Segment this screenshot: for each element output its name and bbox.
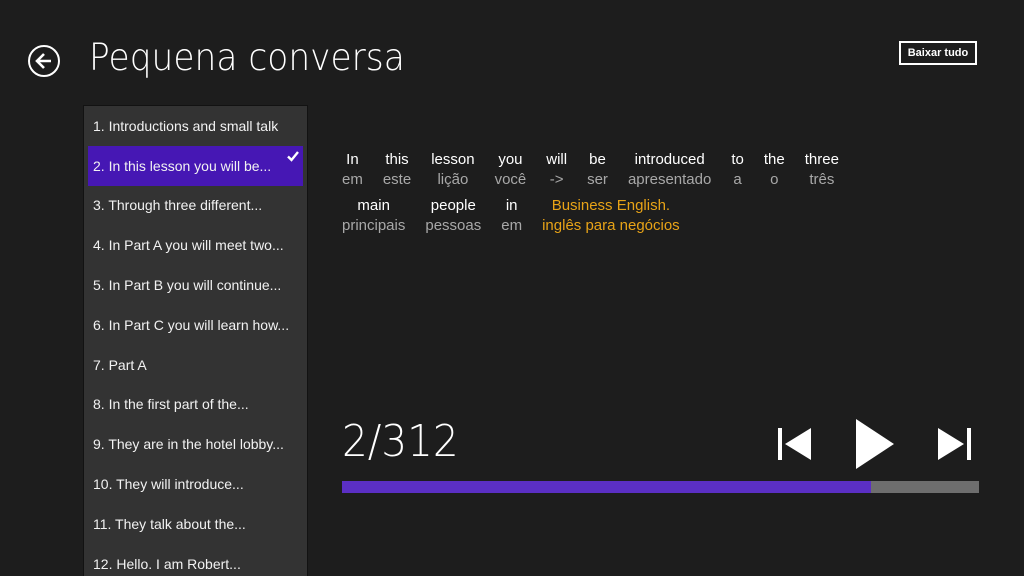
sentence-row: main principais people pessoas in em Business … — [342, 196, 859, 236]
portuguese-translation: inglês para negócios — [542, 217, 680, 234]
english-word: introduced — [634, 151, 705, 168]
portuguese-translation: principais — [342, 217, 406, 234]
word-pair-highlighted[interactable]: Business English. inglês para negócios — [542, 196, 680, 236]
progress-bar[interactable] — [342, 481, 979, 493]
lesson-item-label: 12. Hello. I am Robert... — [93, 555, 241, 572]
lesson-item[interactable]: 6. In Part C you will learn how... — [84, 305, 307, 345]
lesson-item-label: 6. In Part C you will learn how... — [93, 316, 290, 333]
progress-fill — [342, 481, 871, 493]
word-pair[interactable]: this este — [383, 150, 411, 190]
word-pair[interactable]: in em — [501, 196, 522, 236]
portuguese-translation: -> — [549, 171, 564, 188]
portuguese-translation: três — [809, 171, 835, 188]
portuguese-translation: o — [770, 171, 779, 188]
lesson-item[interactable]: 4. In Part A you will meet two... — [84, 225, 307, 265]
lesson-item[interactable]: 10. They will introduce... — [84, 464, 307, 504]
word-pair[interactable]: people pessoas — [425, 196, 481, 236]
lesson-item-label: 8. In the first part of the... — [93, 396, 249, 413]
sentence-panel: In em this este lesson lição you você will -> be se… — [342, 150, 859, 242]
download-all-button[interactable]: Baixar tudo — [899, 41, 977, 65]
lesson-item-label: 4. In Part A you will meet two... — [93, 237, 284, 254]
previous-button[interactable] — [777, 427, 813, 461]
word-pair[interactable]: to a — [731, 150, 744, 190]
portuguese-translation: apresentado — [627, 171, 712, 188]
english-word: people — [430, 197, 476, 214]
word-pair[interactable]: three três — [805, 150, 839, 190]
portuguese-translation: em — [342, 171, 363, 188]
word-pair[interactable]: will -> — [546, 150, 567, 190]
english-word: be — [589, 151, 606, 168]
back-arrow-icon — [35, 53, 51, 69]
skip-previous-icon — [778, 428, 811, 460]
portuguese-translation: a — [733, 171, 742, 188]
english-word: Business English. — [551, 197, 671, 214]
lesson-item-label: 10. They will introduce... — [93, 476, 244, 493]
word-pair[interactable]: lesson lição — [431, 150, 474, 190]
portuguese-translation: em — [501, 217, 523, 234]
lesson-item-label: 5. In Part B you will continue... — [93, 277, 282, 294]
lesson-item[interactable]: 8. In the first part of the... — [84, 385, 307, 425]
lesson-item[interactable]: 9. They are in the hotel lobby... — [84, 424, 307, 464]
lesson-item[interactable]: 3. Through three different... — [84, 186, 307, 226]
english-word: the — [763, 151, 785, 168]
lesson-item-label: 11. They talk about the... — [93, 515, 246, 532]
english-word: to — [731, 151, 744, 168]
lesson-item[interactable]: 1. Introductions and small talk — [84, 106, 307, 146]
word-pair[interactable]: be ser — [587, 150, 608, 190]
lesson-item-label: 7. Part A — [93, 356, 147, 373]
portuguese-translation: você — [494, 171, 527, 188]
lesson-item[interactable]: 5. In Part B you will continue... — [84, 265, 307, 305]
word-pair[interactable]: you você — [495, 150, 527, 190]
lesson-item-label: 2. In this lesson you will be... — [93, 157, 272, 174]
lesson-list[interactable]: 1. Introductions and small talk 2. In thi… — [83, 105, 308, 576]
skip-next-icon — [938, 428, 971, 460]
play-icon — [856, 419, 894, 469]
lesson-item[interactable]: 12. Hello. I am Robert... — [84, 544, 307, 576]
english-word: you — [498, 151, 523, 168]
back-button[interactable] — [28, 45, 60, 77]
lesson-page: Pequena conversa Baixar tudo 1. Introduc… — [0, 0, 1024, 576]
english-word: this — [385, 151, 409, 168]
word-pair[interactable]: introduced apresentado — [628, 150, 711, 190]
portuguese-translation: lição — [437, 171, 469, 188]
sentence-counter: 2/312 — [342, 416, 459, 467]
english-word: main — [357, 197, 390, 214]
portuguese-translation: ser — [587, 171, 608, 188]
word-pair[interactable]: the o — [764, 150, 785, 190]
word-pair[interactable]: In em — [342, 150, 363, 190]
checkmark-icon — [287, 151, 299, 162]
portuguese-translation: este — [382, 171, 412, 188]
english-word: in — [505, 197, 518, 214]
play-button[interactable] — [855, 418, 895, 470]
page-title: Pequena conversa — [89, 36, 405, 79]
next-button[interactable] — [936, 427, 972, 461]
word-pair[interactable]: main principais — [342, 196, 405, 236]
lesson-item[interactable]: 7. Part A — [84, 345, 307, 385]
english-word: will — [546, 151, 568, 168]
english-word: lesson — [431, 151, 475, 168]
lesson-item-label: 9. They are in the hotel lobby... — [93, 436, 284, 453]
sentence-row: In em this este lesson lição you você will -> be se… — [342, 150, 859, 190]
lesson-item[interactable]: 2. In this lesson you will be... — [88, 145, 303, 186]
english-word: three — [804, 151, 839, 168]
lesson-item-label: 1. Introductions and small talk — [93, 117, 279, 134]
lesson-item[interactable]: 11. They talk about the... — [84, 504, 307, 544]
english-word: In — [346, 151, 359, 168]
lesson-item-label: 3. Through three different... — [93, 197, 263, 214]
portuguese-translation: pessoas — [425, 217, 482, 234]
